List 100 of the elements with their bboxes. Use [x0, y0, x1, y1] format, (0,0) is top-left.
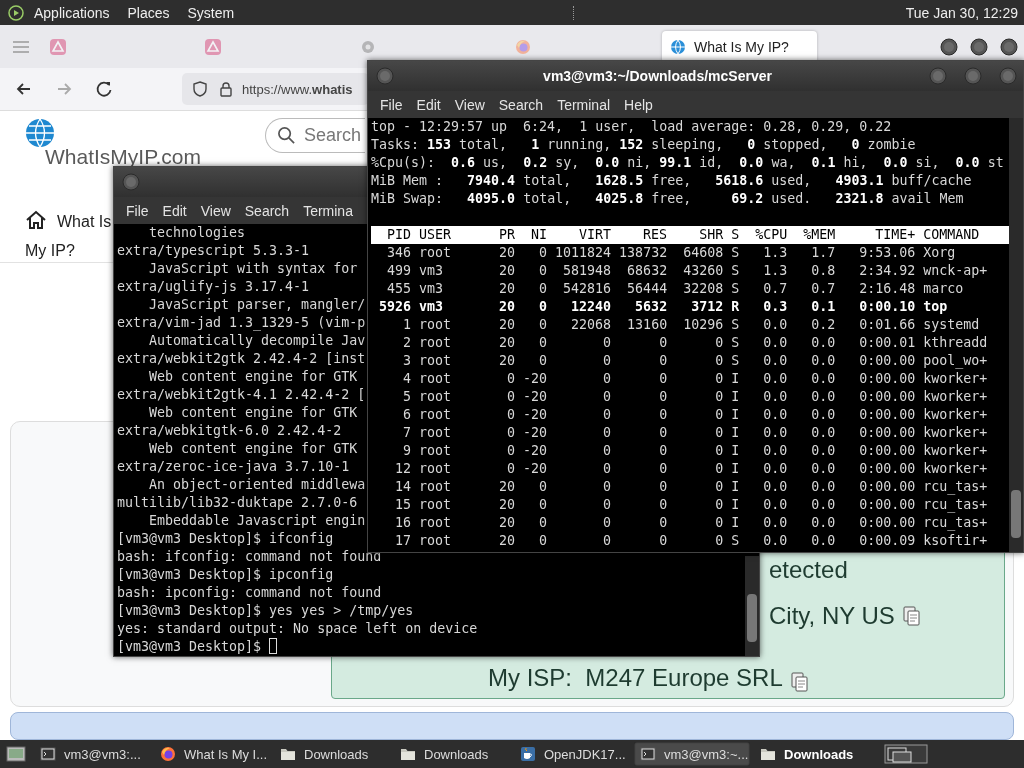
taskbar-button[interactable]: Downloads — [754, 742, 870, 766]
copy-icon[interactable] — [790, 672, 809, 692]
nav-link[interactable]: What Is My IP? — [25, 207, 112, 265]
terminal-line: Embeddable Javascript engin — [148, 513, 366, 528]
result-text: City, NY US — [769, 602, 895, 630]
copy-icon[interactable] — [902, 606, 921, 626]
gear-icon — [360, 38, 376, 55]
terminal-line: MiB Mem : 7940.4 total, 1628.5 free, 5618.6 used, 4903.1 buff/cache — [371, 173, 972, 188]
table-cell: -20 — [523, 388, 548, 406]
table-cell-text: kworker+ — [923, 442, 989, 460]
minimize-button[interactable] — [940, 37, 958, 56]
firefox-icon — [160, 746, 176, 762]
table-cell-text: 0 — [602, 496, 612, 514]
scrollbar[interactable] — [745, 556, 759, 656]
table-cell-text: 455 — [386, 280, 411, 298]
table-cell-text: 0 — [714, 496, 724, 514]
table-cell-text: systemd — [923, 316, 981, 334]
table-cell-text: 0:00.09 — [858, 532, 916, 550]
menu-item[interactable]: Edit — [162, 202, 187, 219]
maximize-button[interactable] — [970, 37, 988, 56]
table-cell-text: root — [419, 424, 453, 442]
table-cell-text: 4 — [402, 370, 411, 388]
table-cell-text: 0.0 — [762, 388, 788, 406]
browser-tab[interactable]: What Is My IP? — [662, 30, 817, 63]
close-button[interactable] — [1000, 37, 1018, 56]
table-cell-text: top — [923, 298, 949, 316]
table-cell-text: 0:00.00 — [858, 460, 916, 478]
menu-item[interactable]: File — [380, 96, 403, 113]
table-cell-text: 0 — [538, 280, 548, 298]
taskbar-button[interactable]: OpenJDK17... — [514, 742, 630, 766]
table-cell-text: 0.0 — [762, 442, 788, 460]
address-bar[interactable]: https://www.whatis — [182, 73, 369, 105]
menu-item[interactable]: Search — [498, 96, 544, 113]
terminal-line: multilib/lib32-duktape 2.7.0-6 — [117, 495, 358, 510]
reload-icon[interactable] — [94, 79, 114, 99]
table-cell-text: 0.0 — [810, 370, 836, 388]
table-cell-text: 0 — [506, 406, 516, 424]
table-cell: S — [731, 262, 740, 280]
table-cell-text: 20 — [498, 262, 516, 280]
search-icon — [277, 126, 296, 145]
table-cell-text: 0 — [602, 478, 612, 496]
distro-logo-icon[interactable] — [8, 4, 24, 21]
table-cell-text: 0.0 — [810, 460, 836, 478]
table-cell-text: 0 — [658, 460, 668, 478]
table-cell-text: 581948 — [562, 262, 612, 280]
menu-item[interactable]: Terminal — [557, 96, 611, 113]
table-cell: R — [731, 298, 740, 316]
terminal-line: extra/webkitgtk-6.0 2.42.4-2 — [117, 423, 342, 438]
shield-icon — [192, 81, 208, 97]
table-cell-text: 0 — [714, 388, 724, 406]
terminal-line: extra/typescript 5.3.3-1 — [117, 243, 310, 258]
taskbar-button[interactable]: vm3@vm3:... — [34, 742, 150, 766]
show-desktop-icon[interactable] — [6, 745, 26, 763]
menu-item[interactable]: View — [200, 202, 231, 219]
table-cell-text: 17 — [394, 532, 411, 550]
menu-item[interactable]: File — [126, 202, 149, 219]
table-cell-text: root — [419, 388, 453, 406]
table-cell-text: 20 — [498, 352, 516, 370]
table-cell-text: 20 — [498, 316, 516, 334]
menu-item[interactable]: Search — [244, 202, 290, 219]
table-cell-text: 0:00.00 — [858, 442, 916, 460]
table-cell-text: 0 — [538, 262, 548, 280]
table-cell-text: Xorg — [923, 244, 957, 262]
table-cell: I — [731, 460, 740, 478]
table-cell-text: vm3 — [419, 280, 445, 298]
menu-item[interactable]: View — [454, 96, 485, 113]
workspace-switcher[interactable] — [884, 743, 928, 765]
table-cell: I — [731, 478, 740, 496]
folder-icon — [400, 746, 416, 762]
taskbar-button[interactable]: Downloads — [394, 742, 510, 766]
scrollbar[interactable] — [1009, 118, 1023, 552]
taskbar-button[interactable]: Downloads — [274, 742, 390, 766]
table-cell-text: root — [419, 334, 453, 352]
globe-icon — [670, 38, 686, 55]
table-cell-text: 0 — [538, 352, 548, 370]
taskbar-button[interactable]: What Is My I... — [154, 742, 270, 766]
panel-menu[interactable]: Applications — [34, 4, 110, 21]
panel-menu[interactable]: System — [187, 4, 235, 21]
table-cell-text: 20 — [498, 298, 516, 316]
table-cell-text: 1.3 — [762, 244, 788, 262]
taskbar-button[interactable]: vm3@vm3:~... — [634, 742, 750, 766]
window-menu-button[interactable] — [376, 67, 394, 85]
table-cell-text: 0.0 — [762, 370, 788, 388]
window-menu-button[interactable] — [122, 173, 140, 191]
table-cell: S — [731, 280, 740, 298]
home-icon — [25, 209, 47, 231]
table-cell-text: 0 — [506, 370, 516, 388]
globe-logo-icon[interactable] — [25, 118, 55, 148]
table-cell-text: kworker+ — [923, 460, 989, 478]
column-header: %MEM — [802, 226, 836, 244]
site-logo-text[interactable]: WhatIsMyIP.com — [45, 145, 201, 169]
menu-item[interactable]: Help — [624, 96, 653, 113]
table-cell-text: 0.0 — [810, 352, 836, 370]
search-field[interactable]: Search — [265, 118, 365, 153]
menu-item[interactable]: Edit — [416, 96, 441, 113]
clock[interactable]: Tue Jan 30, 12:29 — [905, 4, 1018, 21]
table-cell-text: 20 — [498, 244, 516, 262]
table-cell-text: 3712 — [690, 298, 724, 316]
panel-menu[interactable]: Places — [127, 4, 170, 21]
menu-item[interactable]: Termina — [303, 202, 353, 219]
